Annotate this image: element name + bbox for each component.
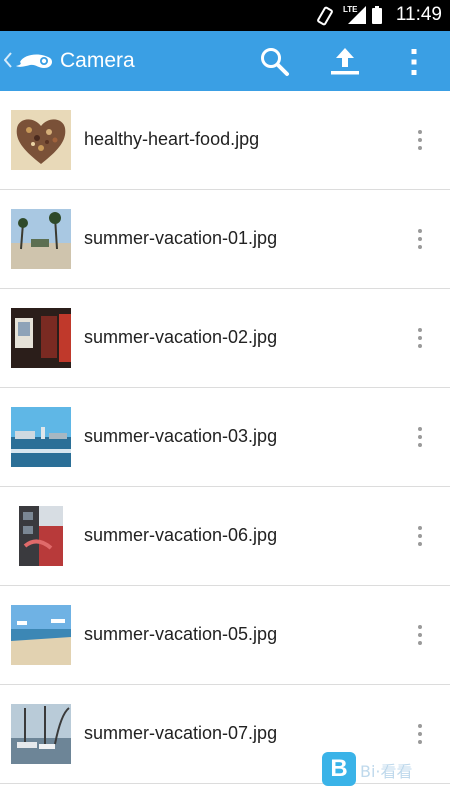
file-name: summer-vacation-05.jpg bbox=[84, 624, 278, 644]
file-name: summer-vacation-06.jpg bbox=[84, 525, 278, 545]
overflow-menu-icon bbox=[411, 49, 417, 75]
file-thumbnail bbox=[11, 605, 71, 665]
upload-icon bbox=[331, 48, 359, 75]
overflow-menu-button[interactable] bbox=[402, 45, 426, 79]
watermark-text: Bi·看看 bbox=[360, 762, 413, 781]
clock-time: 11:49 bbox=[395, 4, 442, 25]
app-logo-icon[interactable] bbox=[14, 48, 56, 74]
file-row[interactable]: healthy-heart-food.jpg bbox=[0, 91, 450, 190]
file-name: summer-vacation-07.jpg bbox=[84, 723, 278, 743]
file-row[interactable]: summer-vacation-02.jpg bbox=[0, 289, 450, 388]
file-name: summer-vacation-02.jpg bbox=[84, 327, 278, 347]
back-icon[interactable] bbox=[4, 52, 12, 68]
signal-strength-icon bbox=[348, 6, 366, 24]
watermark-logo: B bbox=[322, 752, 356, 786]
app-bar: Camera bbox=[0, 31, 450, 91]
screen-rotation-icon bbox=[317, 6, 333, 26]
row-menu-icon[interactable] bbox=[410, 719, 430, 749]
row-menu-icon[interactable] bbox=[410, 620, 430, 650]
row-menu-icon[interactable] bbox=[410, 224, 430, 254]
upload-button[interactable] bbox=[328, 45, 362, 79]
row-menu-icon[interactable] bbox=[410, 422, 430, 452]
battery-icon bbox=[372, 6, 382, 24]
file-thumbnail bbox=[11, 407, 71, 467]
file-thumbnail bbox=[11, 209, 71, 269]
status-bar: LTE 11:49 bbox=[0, 0, 450, 31]
search-button[interactable] bbox=[258, 45, 292, 79]
file-thumbnail bbox=[11, 308, 71, 368]
file-name: healthy-heart-food.jpg bbox=[84, 129, 260, 149]
file-thumbnail bbox=[11, 110, 71, 170]
file-row[interactable]: summer-vacation-05.jpg bbox=[0, 586, 450, 685]
file-row[interactable]: summer-vacation-06.jpg bbox=[0, 487, 450, 586]
search-icon bbox=[261, 48, 289, 76]
file-list: healthy-heart-food.jpg summer-vacation-0… bbox=[0, 91, 450, 784]
file-name: summer-vacation-03.jpg bbox=[84, 426, 278, 446]
file-row[interactable]: summer-vacation-03.jpg bbox=[0, 388, 450, 487]
file-row[interactable]: summer-vacation-01.jpg bbox=[0, 190, 450, 289]
file-thumbnail bbox=[11, 704, 71, 764]
row-menu-icon[interactable] bbox=[410, 521, 430, 551]
folder-title: Camera bbox=[60, 49, 135, 72]
row-menu-icon[interactable] bbox=[410, 323, 430, 353]
row-menu-icon[interactable] bbox=[410, 125, 430, 155]
watermark: B Bi·看看 bbox=[322, 752, 422, 788]
file-name: summer-vacation-01.jpg bbox=[84, 228, 278, 248]
file-thumbnail bbox=[11, 506, 71, 566]
